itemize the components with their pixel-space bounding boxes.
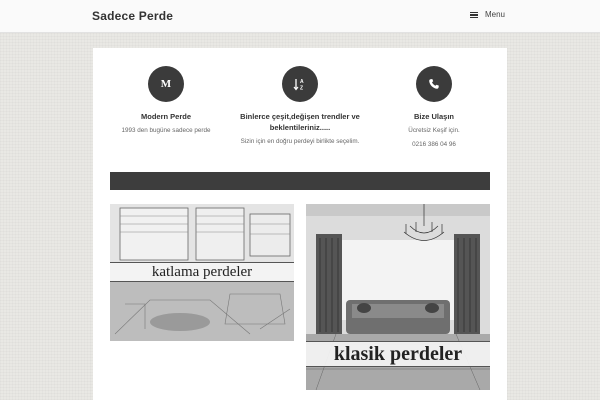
feature-text: 1993 den bugüne sadece perde: [121, 127, 211, 134]
menu-button[interactable]: Menu: [469, 10, 505, 19]
gallery-item-katlama[interactable]: katlama perdeler: [110, 204, 294, 341]
phone-number: 0216 386 04 96: [412, 141, 456, 148]
feature-title: Bize Ulaşın: [413, 112, 454, 121]
content-panel: M Modern Perde 1993 den bugüne sadece pe…: [93, 48, 507, 400]
feature-text: Ücretsiz Keşif için.: [408, 127, 460, 134]
m-letter-icon: M: [148, 66, 184, 102]
gallery-caption: katlama perdeler: [110, 262, 294, 282]
menu-label: Menu: [484, 10, 505, 19]
site-title[interactable]: Sadece Perde: [92, 9, 173, 23]
gallery-item-klasik[interactable]: klasik perdeler: [306, 204, 490, 390]
phone-icon: [416, 66, 452, 102]
svg-text:A: A: [300, 79, 304, 85]
feature-title: Binlerce çeşit,değişen trendler ve bekle…: [240, 112, 360, 132]
svg-text:Z: Z: [300, 86, 303, 92]
gallery-caption: klasik perdeler: [306, 341, 490, 367]
hamburger-icon: [469, 11, 478, 18]
feature-modern-perde: M Modern Perde 1993 den bugüne sadece pe…: [101, 66, 231, 136]
feature-title: Modern Perde: [140, 112, 191, 121]
feature-binlerce-cesit: A Z Binlerce çeşit,değişen trendler ve b…: [235, 66, 365, 147]
top-navbar: Sadece Perde Menu: [0, 0, 600, 33]
feature-bize-ulasin: Bize Ulaşın Ücretsiz Keşif için. 0216 38…: [369, 66, 499, 150]
sort-az-icon: A Z: [282, 66, 318, 102]
section-divider-bar: [110, 172, 490, 190]
feature-text: Sizin için en doğru perdeyi birlikte seç…: [240, 138, 360, 145]
